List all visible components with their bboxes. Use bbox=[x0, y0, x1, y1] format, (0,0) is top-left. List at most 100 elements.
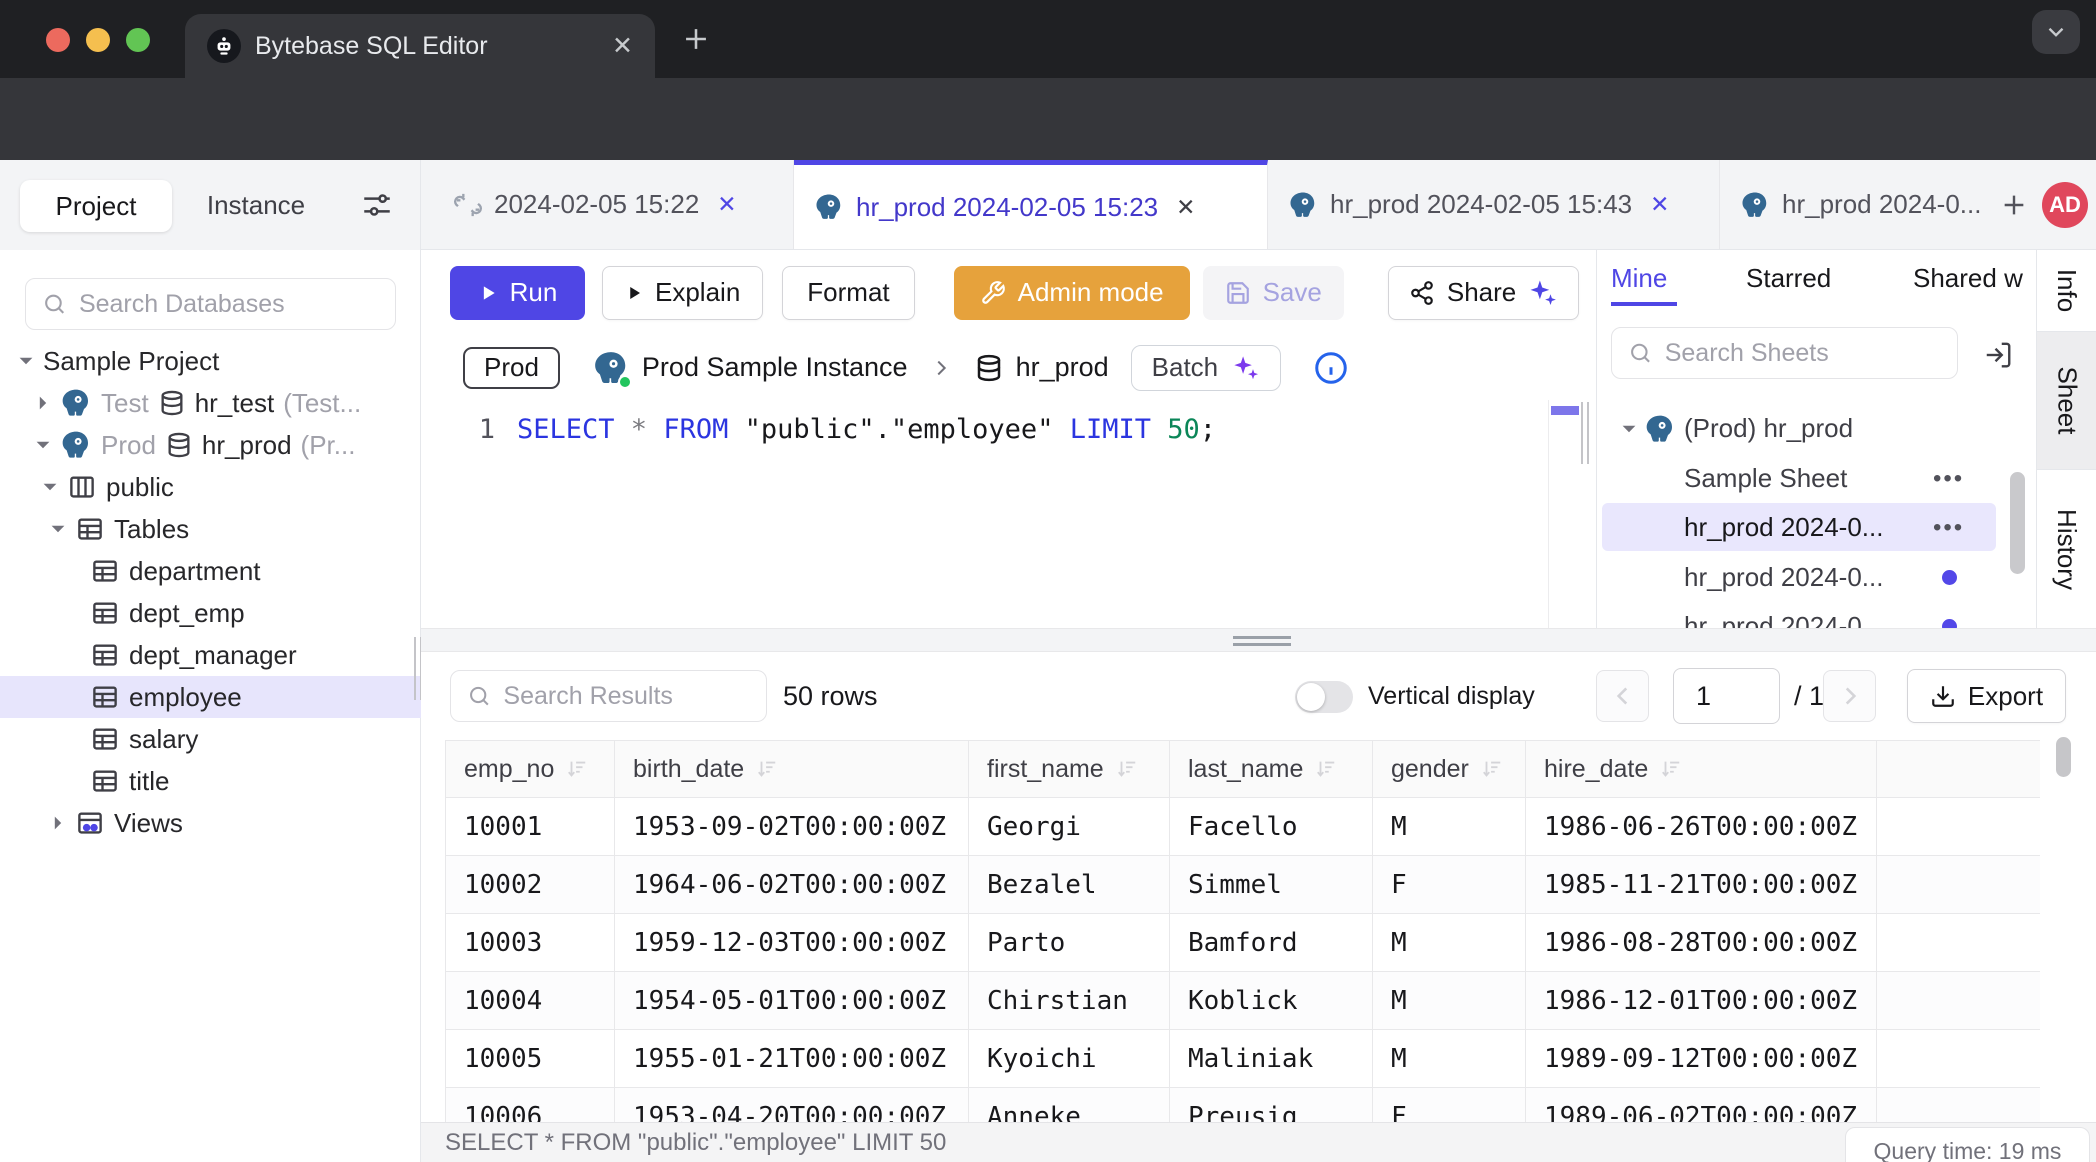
sheet-search-input[interactable] bbox=[1665, 339, 1941, 368]
table-row-clipped: 100061953-04-20T00:00:00ZAnnekePreusigF1… bbox=[446, 1088, 2040, 1122]
sidebar-tab-project[interactable]: Project bbox=[20, 180, 172, 232]
breadcrumb-chevron-icon bbox=[930, 357, 952, 379]
sort-icon bbox=[756, 758, 778, 780]
tree-item-table-employee[interactable]: employee bbox=[0, 676, 421, 718]
editor-tab-4[interactable]: hr_prod 2024-0... bbox=[1720, 160, 1992, 249]
postgres-icon bbox=[1288, 190, 1318, 220]
new-tab-button[interactable] bbox=[679, 22, 713, 56]
tab-close-icon[interactable]: ✕ bbox=[717, 191, 736, 218]
export-button[interactable]: Export bbox=[1907, 669, 2066, 723]
batch-button[interactable]: Batch bbox=[1131, 345, 1282, 391]
panel-divider[interactable] bbox=[421, 628, 2096, 652]
database-sidebar: Project Instance Sample Project Tes bbox=[0, 160, 421, 1162]
sheet-group-hr-prod[interactable]: (Prod) hr_prod bbox=[1597, 405, 2036, 452]
database-name[interactable]: hr_prod bbox=[1016, 352, 1109, 383]
tree-item-tables-group[interactable]: Tables bbox=[0, 508, 421, 550]
column-header-filler bbox=[1877, 740, 2040, 798]
run-button[interactable]: Run bbox=[450, 266, 585, 320]
sheet-item-unsaved-1[interactable]: hr_prod 2024-0... bbox=[1597, 554, 2036, 601]
batch-sparkles-icon bbox=[1232, 354, 1260, 382]
column-header[interactable]: birth_date bbox=[615, 740, 969, 798]
filter-settings-icon[interactable] bbox=[360, 188, 394, 222]
tab-close-icon[interactable]: ✕ bbox=[1176, 194, 1195, 221]
admin-mode-button[interactable]: Admin mode bbox=[954, 266, 1190, 320]
table-row: 100051955-01-21T00:00:00ZKyoichiMaliniak… bbox=[446, 1030, 2040, 1088]
tree-item-views-group[interactable]: Views bbox=[0, 802, 421, 844]
rail-tab-history[interactable]: History bbox=[2037, 470, 2096, 628]
sidebar-tab-strip: Project Instance bbox=[0, 160, 420, 250]
sidebar-tab-instance[interactable]: Instance bbox=[196, 160, 316, 250]
database-tree: Sample Project Test hr_test (Test... Pro… bbox=[0, 340, 421, 844]
column-header[interactable]: gender bbox=[1373, 740, 1526, 798]
database-icon bbox=[158, 389, 186, 417]
new-sheet-button[interactable] bbox=[1998, 160, 2030, 249]
tab-search-button[interactable] bbox=[2032, 10, 2080, 54]
tree-item-table-dept-manager[interactable]: dept_manager bbox=[0, 634, 421, 676]
tree-item-hr-test[interactable]: Test hr_test (Test... bbox=[0, 382, 421, 424]
traffic-light-close[interactable] bbox=[46, 28, 70, 52]
save-button[interactable]: Save bbox=[1203, 266, 1344, 320]
postgres-icon bbox=[60, 429, 92, 461]
page-total: / 1 bbox=[1794, 652, 1824, 740]
sheets-scrollbar-thumb[interactable] bbox=[2010, 472, 2025, 574]
traffic-light-zoom[interactable] bbox=[126, 28, 150, 52]
query-time-badge: Query time: 19 ms bbox=[1845, 1127, 2090, 1162]
sheet-item-current[interactable]: hr_prod 2024-0... ••• bbox=[1597, 504, 2036, 551]
tree-item-project[interactable]: Sample Project bbox=[0, 340, 421, 382]
share-button[interactable]: Share bbox=[1388, 266, 1579, 320]
sql-code-line[interactable]: SELECT * FROM "public"."employee" LIMIT … bbox=[517, 414, 1216, 445]
tree-item-schema-public[interactable]: public bbox=[0, 466, 421, 508]
line-number: 1 bbox=[421, 414, 517, 445]
tree-item-table-salary[interactable]: salary bbox=[0, 718, 421, 760]
column-header[interactable]: emp_no bbox=[446, 740, 615, 798]
table-icon bbox=[90, 724, 120, 754]
database-search-box bbox=[25, 278, 396, 330]
environment-badge: Prod bbox=[463, 347, 560, 389]
editor-tab-1[interactable]: 2024-02-05 15:22 ✕ bbox=[434, 160, 794, 249]
page-number-input[interactable] bbox=[1673, 668, 1780, 724]
database-search-input[interactable] bbox=[79, 290, 379, 319]
sheet-menu-icon[interactable]: ••• bbox=[1933, 465, 1964, 493]
column-header[interactable]: first_name bbox=[969, 740, 1170, 798]
browser-tab-close-icon[interactable]: ✕ bbox=[612, 31, 633, 61]
prev-page-button[interactable] bbox=[1596, 670, 1649, 722]
tree-item-table-dept-emp[interactable]: dept_emp bbox=[0, 592, 421, 634]
table-scrollbar-thumb[interactable] bbox=[2056, 737, 2071, 777]
rail-tab-sheet[interactable]: Sheet bbox=[2037, 332, 2096, 470]
info-icon[interactable] bbox=[1313, 350, 1349, 386]
traffic-light-minimize[interactable] bbox=[86, 28, 110, 52]
tree-item-hr-prod[interactable]: Prod hr_prod (Pr... bbox=[0, 424, 421, 466]
tab-close-icon[interactable]: ✕ bbox=[1650, 191, 1669, 218]
sheets-tab-shared[interactable]: Shared w bbox=[1913, 250, 2023, 306]
browser-tab[interactable]: Bytebase SQL Editor ✕ bbox=[185, 14, 655, 78]
unsaved-dot bbox=[1942, 570, 1957, 585]
ai-sparkles-icon[interactable] bbox=[1528, 278, 1558, 308]
import-sheet-icon[interactable] bbox=[1983, 340, 2013, 370]
sheet-item-sample[interactable]: Sample Sheet ••• bbox=[1597, 455, 2036, 502]
column-header[interactable]: last_name bbox=[1170, 740, 1373, 798]
column-header[interactable]: hire_date bbox=[1526, 740, 1877, 798]
sheet-menu-icon[interactable]: ••• bbox=[1933, 514, 1964, 542]
results-table: emp_no birth_date first_name last_name g… bbox=[445, 740, 2040, 1122]
tree-item-table-title[interactable]: title bbox=[0, 760, 421, 802]
sheet-search-box bbox=[1611, 327, 1958, 379]
instance-name[interactable]: Prod Sample Instance bbox=[642, 352, 908, 383]
database-icon bbox=[165, 431, 193, 459]
editor-panel-resize-handle[interactable] bbox=[1581, 402, 1589, 464]
table-row: 100041954-05-01T00:00:00ZChirstianKoblic… bbox=[446, 972, 2040, 1030]
vertical-display-toggle[interactable] bbox=[1295, 681, 1353, 713]
sort-icon bbox=[1481, 758, 1503, 780]
tree-item-table-department[interactable]: department bbox=[0, 550, 421, 592]
explain-button[interactable]: Explain bbox=[602, 266, 763, 320]
format-button[interactable]: Format bbox=[782, 266, 914, 320]
editor-tab-2-active[interactable]: hr_prod 2024-02-05 15:23 ✕ bbox=[794, 160, 1268, 249]
rail-tab-info[interactable]: Info bbox=[2037, 250, 2096, 332]
status-bar: SELECT * FROM "public"."employee" LIMIT … bbox=[421, 1122, 2096, 1162]
next-page-button[interactable] bbox=[1823, 670, 1876, 722]
user-avatar[interactable]: AD bbox=[2042, 182, 2088, 228]
sheets-tab-starred[interactable]: Starred bbox=[1746, 250, 1831, 306]
sheets-tab-mine[interactable]: Mine bbox=[1611, 250, 1667, 306]
results-search-input[interactable] bbox=[503, 682, 750, 711]
editor-tab-3[interactable]: hr_prod 2024-02-05 15:43 ✕ bbox=[1268, 160, 1720, 249]
divider-drag-handle[interactable] bbox=[1233, 636, 1291, 650]
